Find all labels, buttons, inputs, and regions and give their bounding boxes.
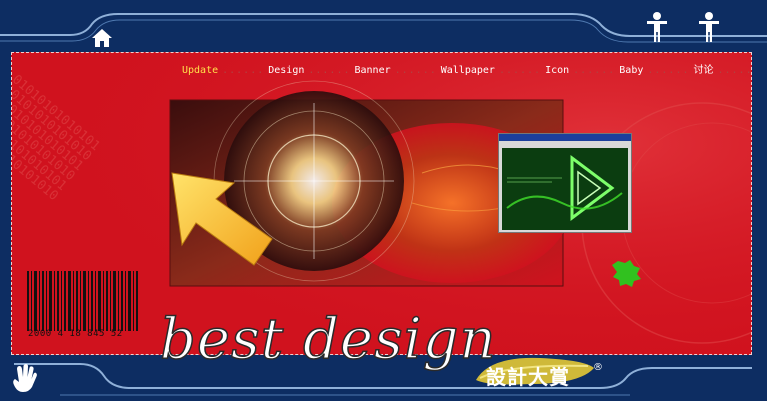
nav-item-banner[interactable]: Banner [355, 65, 391, 76]
nav-separator: ...... [308, 65, 351, 76]
window-titlebar [499, 134, 631, 141]
nav-item-update[interactable]: Update [182, 65, 218, 76]
nav-separator: ...... [717, 65, 752, 76]
nav-separator: ...... [394, 65, 437, 76]
screenshot-thumbnail [498, 133, 632, 233]
nav-item-baby[interactable]: Baby [619, 65, 643, 76]
registered-mark: ® [593, 362, 603, 373]
page-frame: 01010101010101 10101010101010 0101010101… [0, 0, 767, 401]
site-logo[interactable]: best design [159, 311, 497, 369]
person-icon[interactable] [646, 11, 668, 43]
barcode [27, 271, 138, 331]
hand-icon[interactable] [10, 363, 38, 393]
nav-item-design[interactable]: Design [268, 65, 304, 76]
nav-separator: ...... [573, 65, 616, 76]
nav-item-wallpaper[interactable]: Wallpaper [441, 65, 495, 76]
barcode-number: 2000 4 18 845 52 [28, 329, 123, 339]
nav-item-discuss[interactable]: 讨论 [694, 61, 714, 76]
nav-separator: ...... [222, 65, 265, 76]
nav-separator: ...... [498, 65, 542, 76]
main-nav: Update...... Design...... Banner...... Wall… [182, 61, 752, 76]
home-icon[interactable] [91, 28, 113, 48]
window-screen [502, 148, 628, 230]
green-graphic [502, 148, 628, 230]
nav-item-icon[interactable]: Icon [545, 65, 569, 76]
nav-separator: ...... [647, 65, 690, 76]
award-title: 設計大賞 [486, 365, 570, 389]
person-icon[interactable] [698, 11, 720, 43]
